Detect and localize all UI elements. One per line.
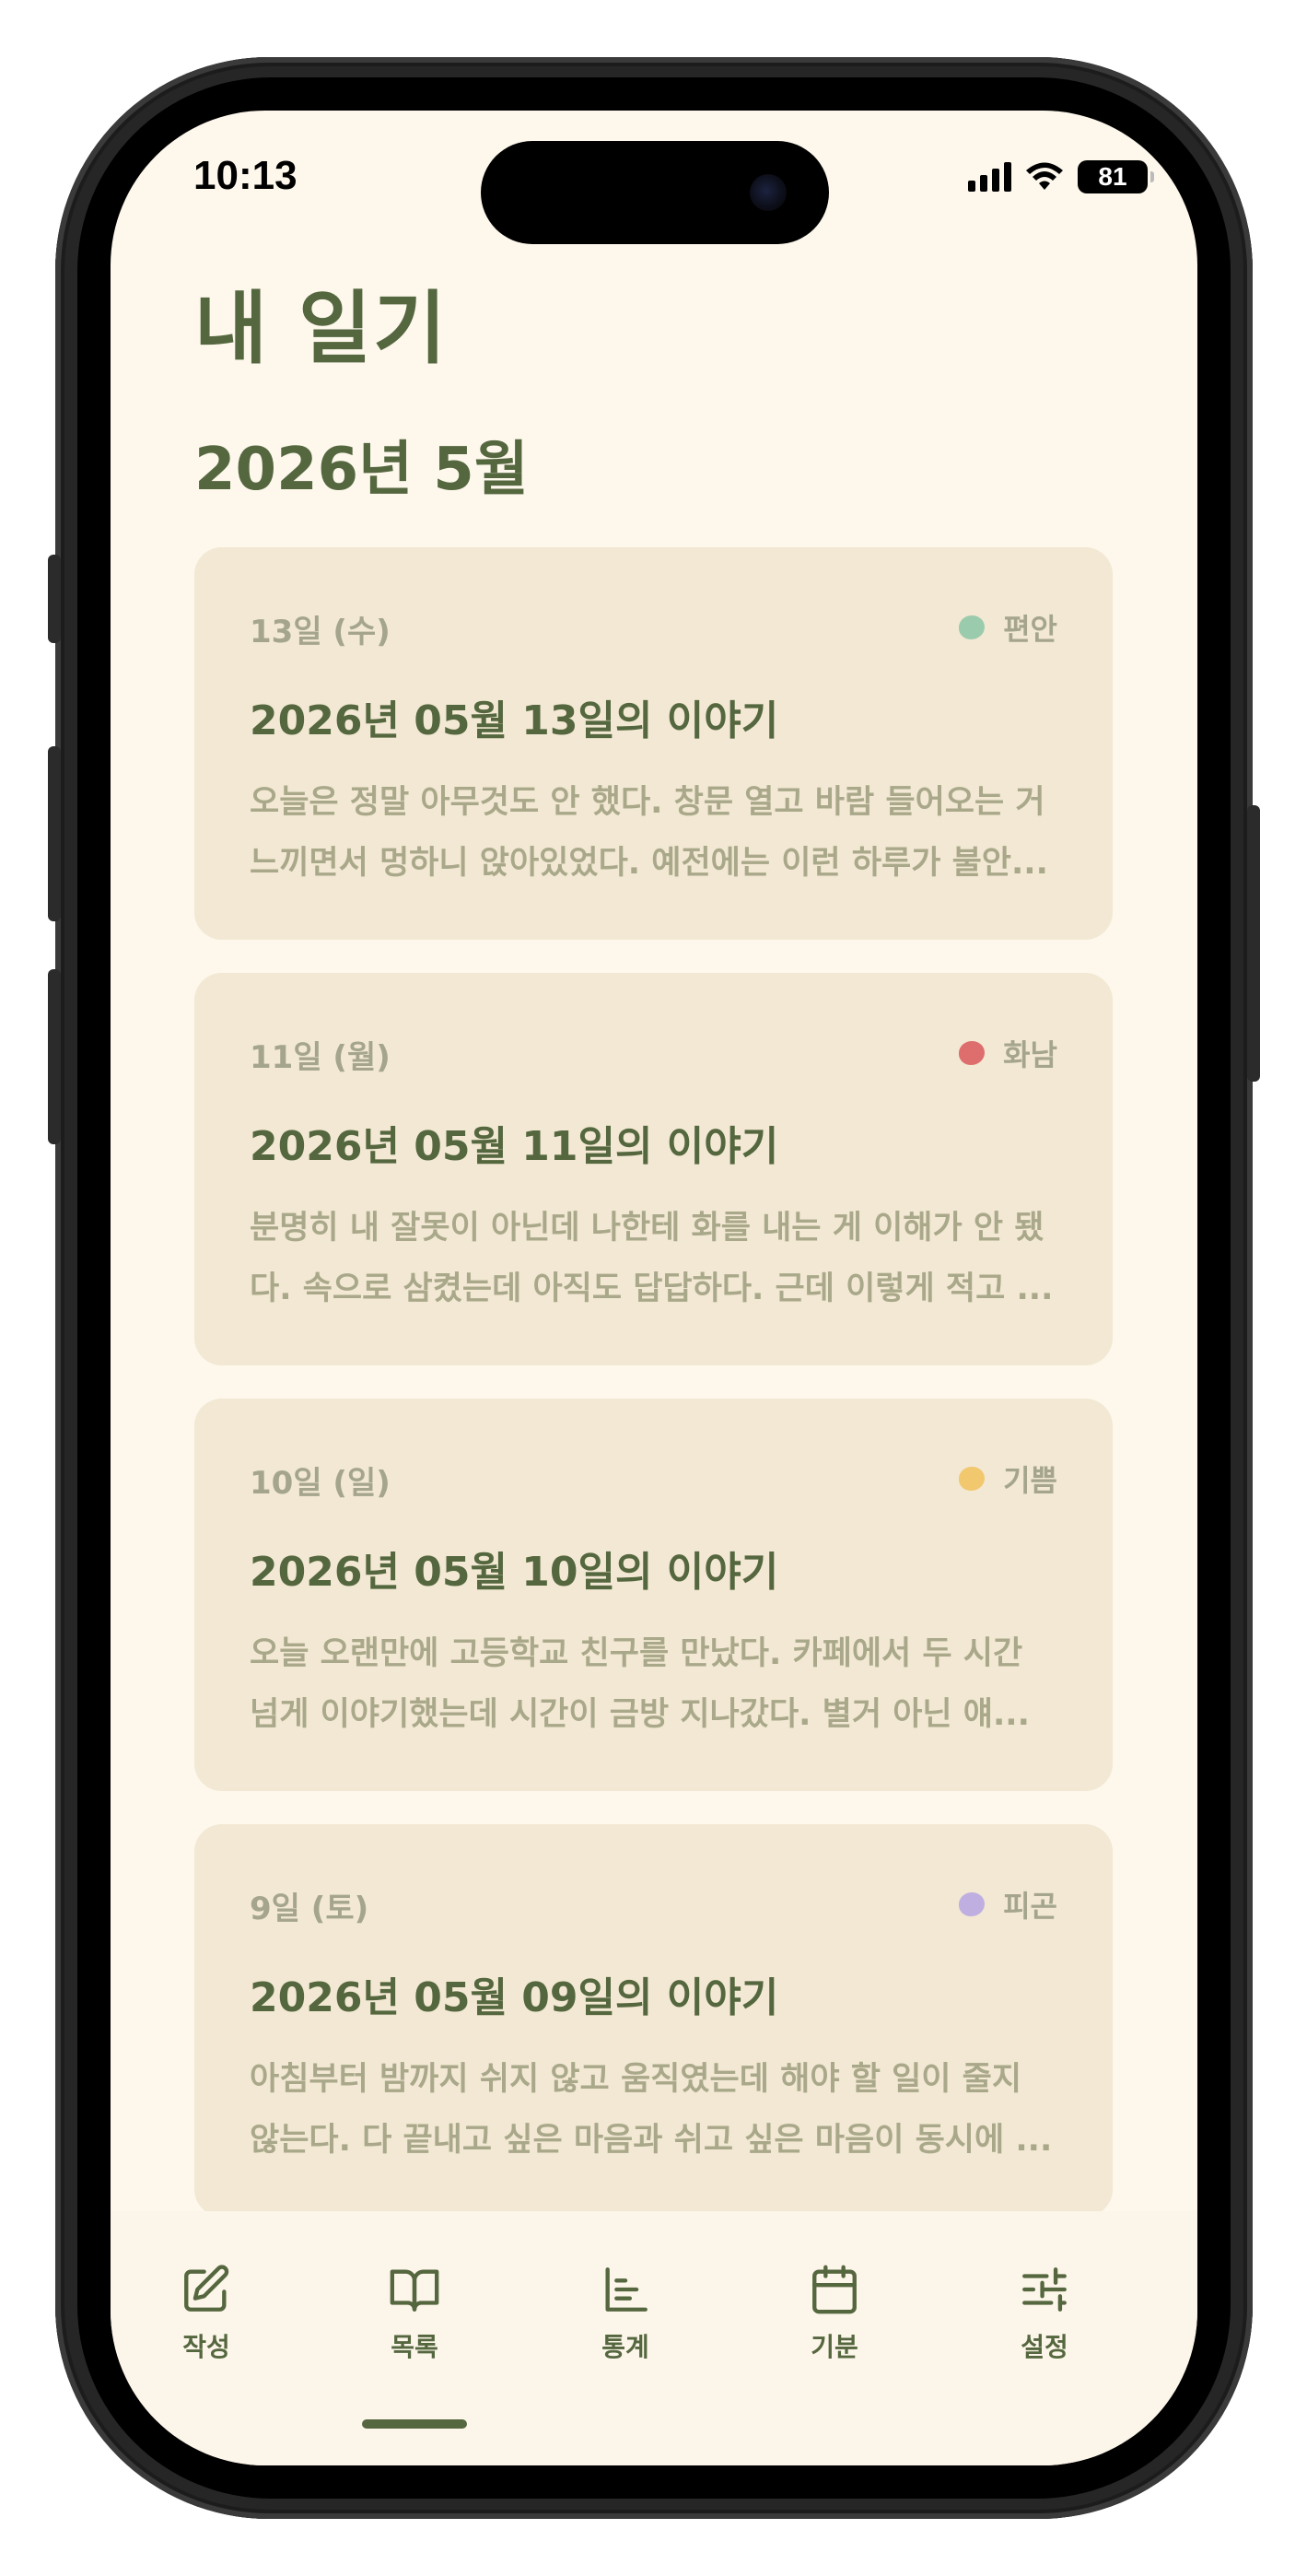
tab-label: 목록: [391, 2332, 438, 2362]
tab-label: 설정: [1021, 2332, 1068, 2362]
entry-date: 10일 (일): [250, 1465, 391, 1502]
tab-bar: 작성 목록 통계 기분 설정: [111, 2211, 1197, 2465]
status-time: 10:13: [193, 153, 298, 198]
mood-calm-icon: [959, 615, 986, 639]
diary-entry-card[interactable]: 13일 (수) 편안 2026년 05월 13일의 이야기 오늘은 정말 아무것…: [194, 547, 1113, 940]
entry-preview: 분명히 내 잘못이 아닌데 나한테 화를 내는 게 이해가 안 됐다. 속으로 …: [250, 1210, 1054, 1307]
diary-entry-card[interactable]: 10일 (일) 기쁨 2026년 05월 10일의 이야기 오늘 오랜만에 고등…: [194, 1399, 1113, 1791]
screen: 10:13 81 내 일기 2026년 5월 13일 (수) 편안 2026년 …: [111, 111, 1197, 2465]
entry-date: 13일 (수): [250, 614, 391, 650]
battery-indicator: 81: [1078, 160, 1154, 193]
open-book-icon: [390, 2269, 439, 2312]
diary-entry-card[interactable]: 9일 (토) 피곤 2026년 05월 09일의 이야기 아침부터 밤까지 쉬지…: [194, 1824, 1113, 2217]
entry-mood: 화남: [959, 1032, 1057, 1074]
entry-date: 11일 (월): [250, 1039, 391, 1076]
power-button: [1247, 805, 1260, 1082]
tab-stats[interactable]: 통계: [556, 2263, 694, 2383]
tab-write[interactable]: 작성: [137, 2263, 275, 2383]
tab-list[interactable]: 목록: [345, 2263, 484, 2429]
entry-title: 2026년 05월 13일의 이야기: [250, 697, 779, 744]
entry-mood: 편안: [959, 606, 1057, 649]
entry-title: 2026년 05월 09일의 이야기: [250, 1974, 779, 2021]
volume-up-button: [48, 746, 61, 921]
sliders-icon: [1022, 2267, 1067, 2312]
mood-angry-icon: [959, 1041, 986, 1065]
mood-label: 화남: [1003, 1037, 1057, 1072]
entry-title: 2026년 05월 11일의 이야기: [250, 1123, 779, 1170]
entry-title: 2026년 05월 10일의 이야기: [250, 1549, 779, 1596]
volume-down-button: [48, 969, 61, 1144]
tab-settings[interactable]: 설정: [975, 2263, 1114, 2383]
entry-preview: 오늘은 정말 아무것도 안 했다. 창문 열고 바람 들어오는 거 느끼면서 멍…: [250, 784, 1048, 882]
dynamic-island: [481, 141, 829, 244]
active-tab-indicator: [362, 2419, 467, 2429]
pencil-square-icon: [184, 2265, 229, 2312]
month-header: 2026년 5월: [194, 436, 529, 504]
tab-mood[interactable]: 기분: [765, 2263, 904, 2383]
status-indicators: 81: [968, 158, 1154, 195]
cellular-signal-icon: [968, 162, 1011, 192]
entry-date: 9일 (토): [250, 1891, 369, 1927]
mood-label: 기쁨: [1003, 1463, 1057, 1498]
entry-mood: 피곤: [959, 1883, 1057, 1926]
bar-chart-icon: [605, 2267, 648, 2312]
entry-preview: 아침부터 밤까지 쉬지 않고 움직였는데 해야 할 일이 줄지 않는다. 다 끝…: [250, 2061, 1053, 2159]
calendar-icon: [812, 2265, 857, 2314]
mood-tired-icon: [959, 1892, 986, 1916]
page-title: 내 일기: [194, 283, 449, 375]
diary-entry-card[interactable]: 11일 (월) 화남 2026년 05월 11일의 이야기 분명히 내 잘못이 …: [194, 973, 1113, 1365]
camera-icon: [750, 174, 787, 211]
entry-preview: 오늘 오랜만에 고등학교 친구를 만났다. 카페에서 두 시간 넘게 이야기했는…: [250, 1635, 1030, 1733]
entry-mood: 기쁨: [959, 1458, 1057, 1500]
tab-label: 작성: [182, 2332, 230, 2362]
mood-label: 피곤: [1003, 1889, 1057, 1924]
wifi-icon: [1026, 162, 1063, 190]
mood-happy-icon: [959, 1467, 986, 1491]
mood-label: 편안: [1003, 612, 1057, 647]
tab-label: 통계: [601, 2332, 649, 2362]
tab-label: 기분: [811, 2332, 858, 2362]
action-button: [48, 555, 61, 643]
